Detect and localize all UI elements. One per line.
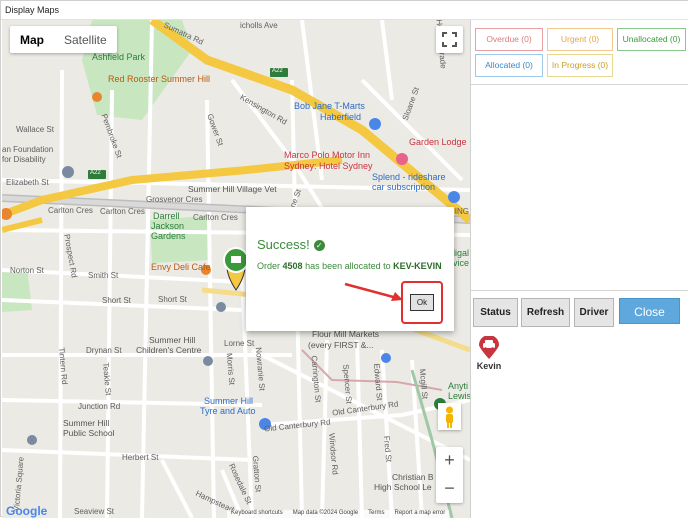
map-label: Tyre and Auto (200, 406, 256, 416)
dialog-message: Order 4508 has been allocated to KEV-KEV… (257, 260, 445, 272)
map-label: Ashfield Park (92, 52, 146, 62)
filter-allocated-button[interactable]: Allocated (0) (475, 54, 543, 77)
annotation-highlight-box (401, 281, 443, 324)
map-label: Gardens (151, 231, 186, 241)
dialog-title: Success! ✓ (257, 237, 325, 252)
map-label: Jackson (151, 221, 185, 231)
map-label: Haberfield (320, 112, 362, 122)
driver-code: KEV-KEVIN (393, 261, 442, 271)
fullscreen-icon (442, 32, 457, 47)
map-label: Envy Deli Cafe (151, 262, 211, 272)
map-label: A22 (272, 68, 283, 74)
filter-in-progress-button[interactable]: In Progress (0) (547, 54, 613, 77)
message-middle: has been allocated to (305, 261, 391, 271)
map-label: Children's Centre (136, 345, 202, 355)
map-label: Summer Hill (63, 418, 110, 428)
filter-urgent-button[interactable]: Urgent (0) (547, 28, 613, 51)
map-label: Grosvenor Cres (146, 195, 203, 204)
map-label: Herbert St (122, 453, 159, 462)
message-prefix: Order (257, 261, 281, 271)
divider (471, 84, 688, 85)
map-label: Christian B (392, 472, 434, 482)
driver-list-item[interactable]: Kevin (474, 336, 504, 371)
map-label: Mcgill St (417, 368, 430, 400)
map-label: Bob Jane T-Marts (294, 101, 365, 111)
map-label: Carlton Cres (48, 206, 93, 215)
fullscreen-button[interactable] (436, 26, 463, 53)
map-label: Carlton Cres (193, 213, 238, 222)
map-label: Red Rooster Summer Hill (108, 74, 211, 84)
street-view-pegman-button[interactable] (438, 403, 461, 430)
map-label: Anyti (448, 381, 469, 391)
map-label: Garden Lodge (409, 137, 467, 147)
map-type-control: Map Satellite (10, 26, 117, 53)
map-label: Summer Hill Village Vet (188, 184, 277, 194)
map-label: Darrell (153, 211, 180, 221)
map-label: Lorne St (224, 339, 255, 348)
map-label: for Disability (2, 155, 46, 164)
map-type-satellite-button[interactable]: Satellite (54, 26, 117, 53)
driver-button[interactable]: Driver (574, 298, 614, 327)
map-label: Drynan St (86, 346, 122, 355)
map-label: (every FIRST &... (308, 340, 374, 350)
success-check-icon: ✓ (313, 240, 325, 251)
zoom-control: + − (436, 447, 463, 503)
map-label: an Foundation (2, 145, 54, 154)
map-label: Fred St (381, 435, 394, 463)
pegman-icon (446, 406, 453, 428)
zoom-out-button[interactable]: − (436, 475, 463, 503)
map-label: Elizabeth St (6, 178, 49, 187)
side-panel (470, 20, 688, 518)
map-label: Sydney: Hotel Sydney (284, 161, 373, 171)
filter-unallocated-button[interactable]: Unallocated (0) (617, 28, 686, 51)
filter-overdue-button[interactable]: Overdue (0) (475, 28, 543, 51)
order-number: 4508 (282, 261, 303, 271)
dialog-title-text: Success! (257, 237, 310, 252)
car-marker-icon (479, 336, 499, 359)
status-button[interactable]: Status (473, 298, 518, 327)
map-label: Public School (63, 428, 115, 438)
map-label: icholls Ave (240, 21, 278, 30)
driver-name: Kevin (476, 361, 502, 371)
map-label: Lewis (448, 391, 470, 401)
map-label: Marco Polo Motor Inn (284, 150, 371, 160)
map-label: Smith St (88, 271, 119, 280)
map-label: Morris St (224, 352, 237, 386)
map-type-map-button[interactable]: Map (10, 26, 54, 53)
map-label: High School Le (374, 482, 432, 492)
map-label: Summer Hill (149, 335, 196, 345)
map-label: Teakle St (101, 362, 113, 396)
window-title: Display Maps (1, 1, 688, 20)
refresh-button[interactable]: Refresh (521, 298, 570, 327)
map-label: Seaview St (74, 507, 115, 516)
map-label: A22 (90, 170, 101, 176)
divider (471, 290, 688, 291)
map-label: car subscription (372, 182, 436, 192)
map-label: Short St (102, 296, 131, 305)
display-maps-window: Display Maps Sumatra Rd icholls Ave Ashf… (0, 0, 688, 518)
map-label: Norton St (10, 266, 44, 275)
close-button[interactable]: Close (619, 298, 680, 324)
zoom-in-button[interactable]: + (436, 447, 463, 475)
map-label: Summer Hill (204, 396, 254, 406)
map-label: Carlton Cres (100, 207, 145, 216)
map-label: Short St (158, 295, 187, 304)
map-label: Junction Rd (78, 402, 121, 411)
google-logo: Google (6, 504, 48, 518)
map-label: Flour Mill Markets (312, 329, 380, 339)
map-label: Splend - rideshare (372, 172, 446, 182)
map-label: Wallace St (16, 125, 54, 134)
